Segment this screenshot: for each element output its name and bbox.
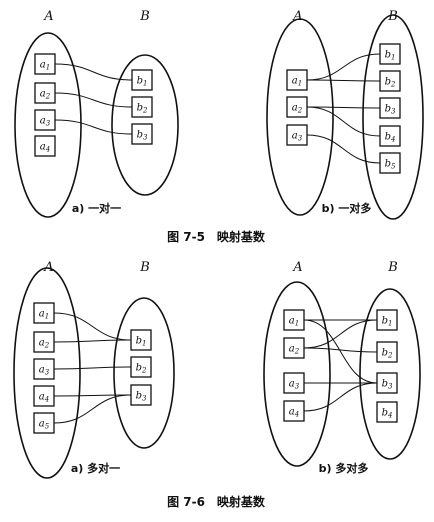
set-a-label: A	[292, 260, 302, 275]
mapping-line	[306, 79, 381, 82]
figure-7-5-caption: 图 7-5 映射基数	[167, 229, 266, 244]
panel-many-to-one: A Ba1a2a3a4a5b1b2b3a) 多对一	[13, 260, 175, 479]
mapping-line	[306, 106, 381, 137]
set-a-label: A	[43, 260, 53, 275]
mapping-cardinality-figures: A Ba1a2a3a4b1b2b3a) 一对一 A Ba1a2a3b1b2b3b4b…	[13, 9, 424, 509]
mapping-line	[53, 339, 132, 343]
panel-caption: b) 多对多	[319, 461, 369, 475]
panel-caption: a) 一对一	[72, 201, 121, 215]
set-a-label: A	[292, 9, 302, 24]
panel-one-to-many: A Ba1a2a3b1b2b3b4b5b) 一对多	[266, 9, 424, 220]
set-b-label: B	[139, 260, 150, 275]
panel-many-to-many: A Ba1a2a3a4b1b2b3b4b) 多对多	[263, 260, 421, 475]
figure-7-6-caption: 图 7-6 映射基数	[167, 494, 266, 509]
set-b-label: B	[139, 9, 150, 24]
mapping-line	[303, 382, 378, 412]
mapping-line	[54, 119, 133, 135]
mapping-line	[53, 366, 132, 370]
panel-caption: b) 一对多	[322, 201, 372, 215]
set-b-label: B	[387, 260, 398, 275]
mapping-line	[306, 134, 381, 164]
panel-one-to-one: A Ba1a2a3a4b1b2b3a) 一对一	[14, 9, 179, 218]
set-a-label: A	[43, 9, 53, 24]
mapping-line	[53, 312, 132, 341]
set-b-label: B	[387, 9, 398, 24]
panel-caption: a) 多对一	[71, 461, 120, 475]
mapping-line	[54, 92, 133, 108]
